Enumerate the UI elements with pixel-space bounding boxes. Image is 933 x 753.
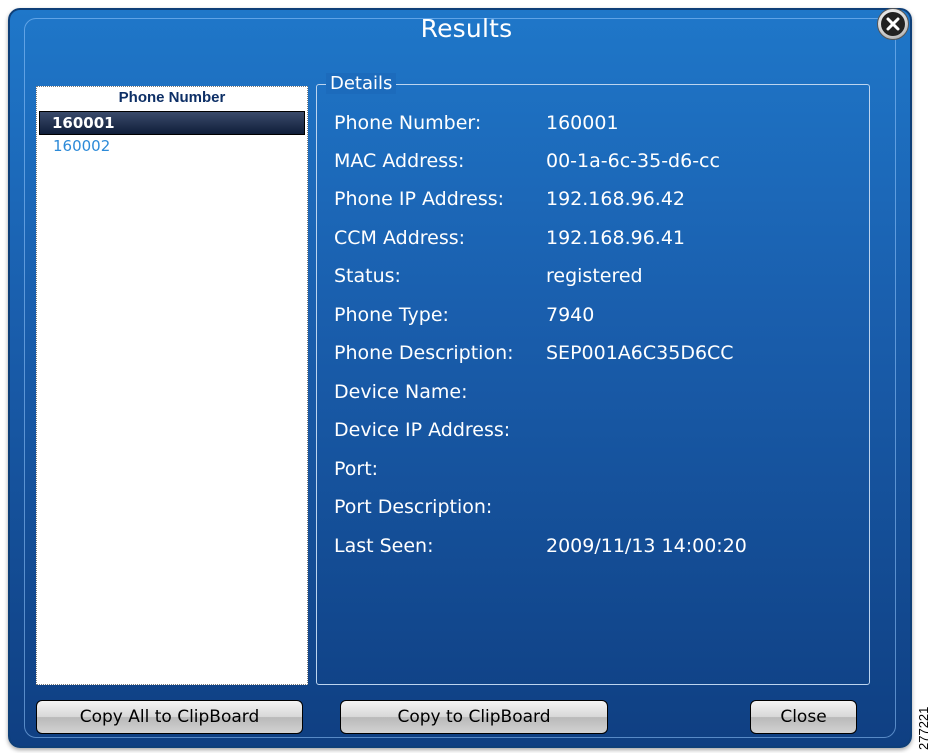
detail-label: MAC Address: [334,150,465,172]
close-button[interactable]: Close [750,700,857,734]
detail-value: SEP001A6C35D6CC [546,342,734,364]
detail-label: CCM Address: [334,227,466,249]
list-header: Phone Number [118,89,226,106]
close-dialog-button[interactable] [877,8,909,40]
detail-label: Device IP Address: [334,419,511,441]
detail-label: Last Seen: [334,535,434,557]
detail-label: Status: [334,265,401,287]
detail-label: Phone Description: [334,342,514,364]
copy-button[interactable]: Copy to ClipBoard [340,700,608,734]
detail-label: Phone Number: [334,112,482,134]
list-item[interactable]: 160001 [39,111,305,135]
dialog-title: Results [420,14,513,43]
details-legend: Details [326,73,397,94]
phone-number-list[interactable]: Phone Number 160001 160002 [36,86,308,685]
detail-value: 160001 [546,112,619,134]
figure-id: 277221 [916,706,931,750]
close-icon [881,12,905,36]
detail-value: 192.168.96.41 [546,227,686,249]
detail-value: 192.168.96.42 [546,188,686,210]
detail-value: 2009/11/13 14:00:20 [546,535,747,557]
detail-label: Phone Type: [334,304,449,326]
copy-all-button[interactable]: Copy All to ClipBoard [36,700,303,734]
list-item[interactable]: 160002 [39,135,305,159]
detail-label: Device Name: [334,381,468,403]
detail-value: registered [546,265,643,287]
detail-label: Port Description: [334,496,493,518]
detail-label: Port: [334,458,379,480]
detail-value: 7940 [546,304,595,326]
detail-value: 00-1a-6c-35-d6-cc [546,150,720,172]
detail-label: Phone IP Address: [334,188,505,210]
